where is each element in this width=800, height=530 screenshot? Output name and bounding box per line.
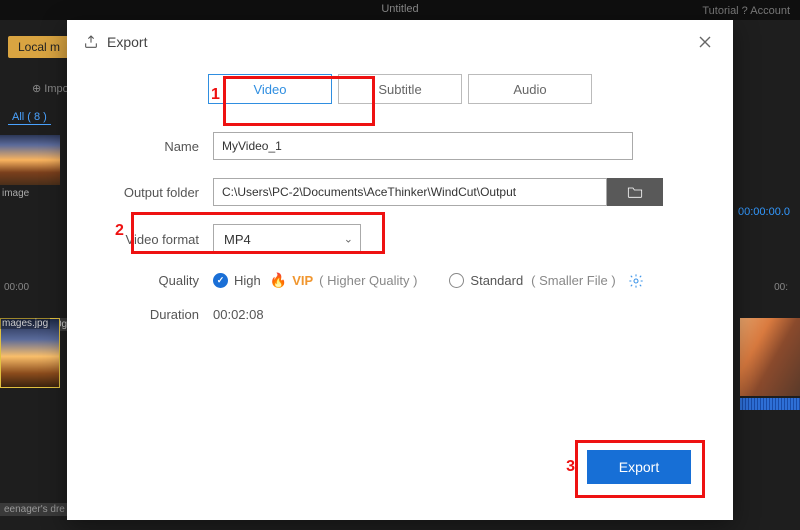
- name-input[interactable]: [213, 132, 633, 160]
- duration-value: 00:02:08: [213, 307, 697, 322]
- output-folder-input[interactable]: [213, 178, 607, 206]
- tab-video[interactable]: Video: [208, 74, 332, 104]
- dialog-title: Export: [107, 34, 147, 50]
- app-titlebar: Untitled Tutorial ? Account: [0, 0, 800, 20]
- timeline-clip[interactable]: [740, 318, 800, 396]
- media-thumbnail[interactable]: [0, 135, 60, 185]
- quality-high-radio[interactable]: [213, 273, 228, 288]
- close-icon: [698, 35, 712, 49]
- export-icon: [83, 34, 99, 50]
- dialog-header: Export: [67, 20, 733, 64]
- fire-icon: 🔥: [270, 272, 287, 289]
- annotation-number-3: 3: [566, 458, 575, 476]
- quality-high-label: High: [234, 273, 261, 288]
- vip-badge: VIP: [292, 273, 313, 288]
- timeline-clip-label-bottom: eenager's dre: [0, 503, 69, 516]
- video-format-select[interactable]: MP4: [213, 224, 361, 254]
- label-quality: Quality: [103, 273, 213, 288]
- tab-subtitle[interactable]: Subtitle: [338, 74, 462, 104]
- label-output-folder: Output folder: [103, 185, 213, 200]
- tab-audio[interactable]: Audio: [468, 74, 592, 104]
- media-tab-all[interactable]: All ( 8 ): [8, 110, 51, 125]
- close-button[interactable]: [693, 30, 717, 54]
- folder-icon: [627, 185, 643, 199]
- label-video-format: Video format: [103, 232, 213, 247]
- export-button[interactable]: Export: [587, 450, 691, 484]
- app-title: Untitled: [381, 3, 418, 15]
- label-duration: Duration: [103, 307, 213, 322]
- timeline-audio-waveform: [740, 398, 800, 410]
- browse-folder-button[interactable]: [607, 178, 663, 206]
- quality-high-note: ( Higher Quality ): [319, 273, 417, 288]
- quality-standard-label: Standard: [470, 273, 523, 288]
- dialog-body: Video Subtitle Audio Name Output folder …: [67, 64, 733, 322]
- quality-standard-note: ( Smaller File ): [531, 273, 616, 288]
- settings-icon[interactable]: [628, 273, 644, 289]
- local-media-button[interactable]: Local m: [8, 36, 70, 58]
- preview-timecode: 00:00:00.0: [738, 206, 790, 218]
- export-type-tabs: Video Subtitle Audio: [103, 74, 697, 104]
- export-form: Name Output folder Video format MP4 ⌄ Qu…: [103, 132, 697, 322]
- media-thumbnail-label: image: [2, 188, 29, 199]
- titlebar-right-menu: Tutorial ? Account: [702, 2, 790, 20]
- quality-standard-radio[interactable]: [449, 273, 464, 288]
- timeline-clip-label: mages.jpg: [0, 318, 50, 329]
- label-name: Name: [103, 139, 213, 154]
- export-dialog: Export Video Subtitle Audio Name Output …: [67, 20, 733, 520]
